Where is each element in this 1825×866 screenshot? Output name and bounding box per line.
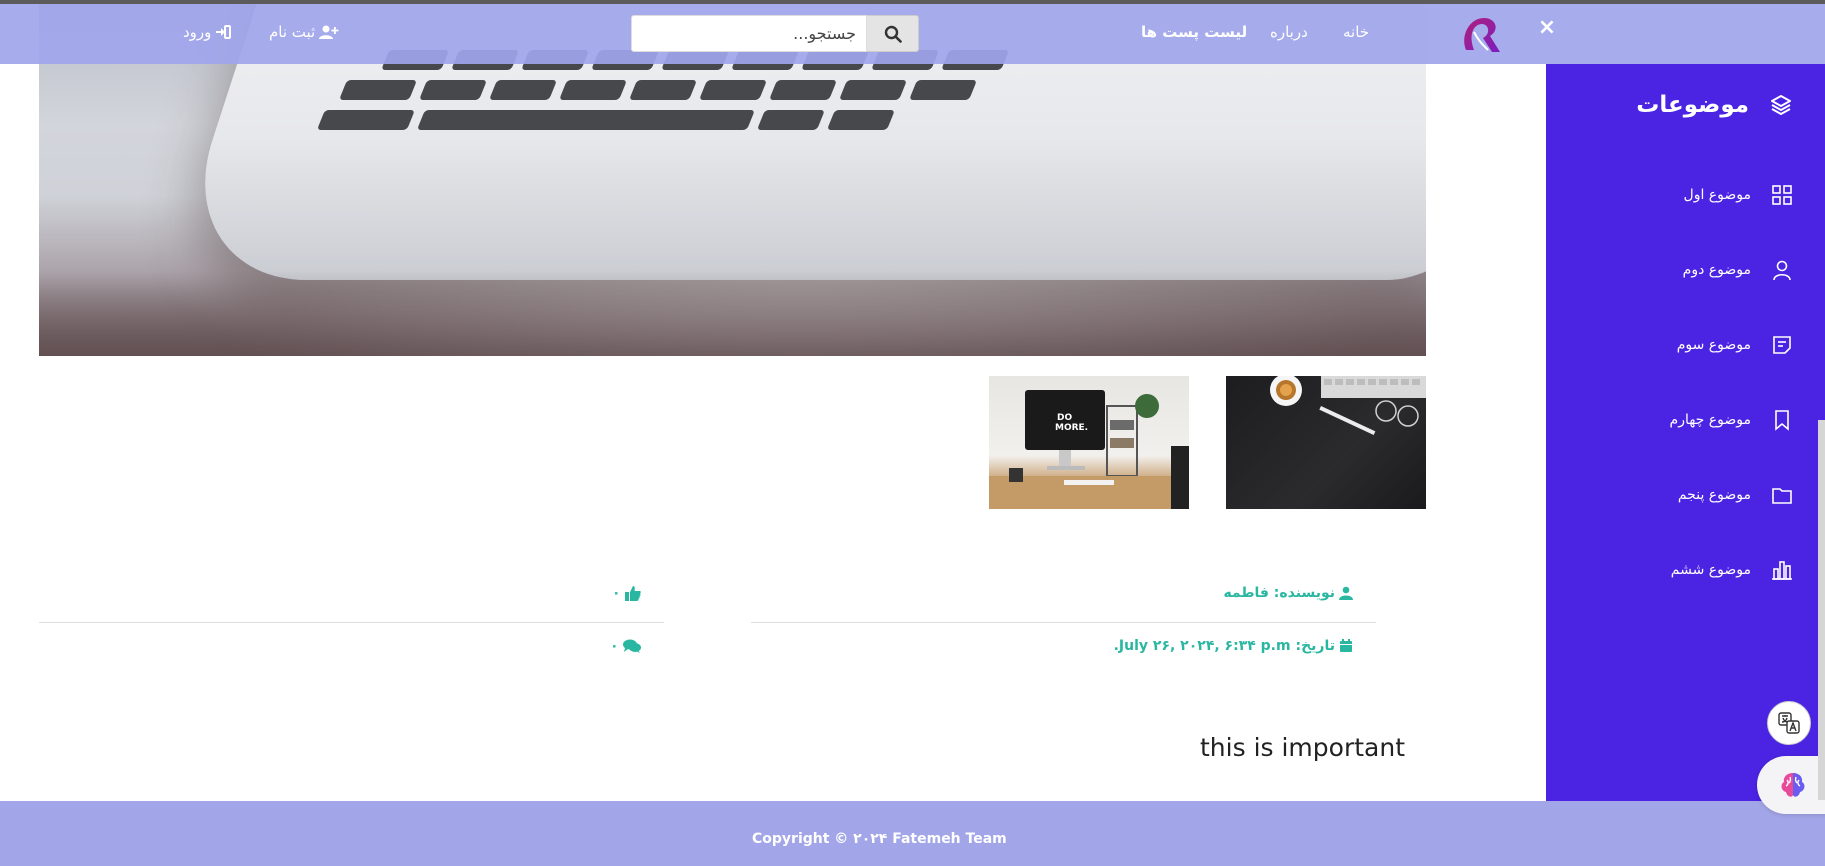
bookmark-icon (1775, 410, 1789, 431)
sidebar-item-label: موضوع ششم (1670, 562, 1751, 578)
site-logo[interactable] (1456, 10, 1506, 60)
translate-icon (1778, 712, 1800, 734)
user-icon (1773, 260, 1791, 281)
sidebar-item-5[interactable]: موضوع پنجم (1678, 484, 1793, 506)
post-date: تاریخ: July ۲۶, ۲۰۲۴, ۶:۳۴ p.m. (1114, 638, 1353, 654)
svg-text:MORE.: MORE. (1055, 423, 1088, 433)
close-icon[interactable]: × (1537, 17, 1557, 39)
comment-count: ۰ (610, 638, 619, 654)
page-scrollbar[interactable] (1818, 420, 1825, 800)
search-input[interactable] (631, 15, 867, 52)
author-label: نویسنده: فاطمه (1223, 585, 1335, 601)
post-thumbnail-workspace[interactable]: DO MORE. (989, 376, 1189, 509)
ai-assistant-button[interactable] (1757, 756, 1825, 814)
sidebar-title-label: موضوعات (1636, 92, 1749, 118)
post-thumbnail-desk[interactable] (1226, 376, 1426, 509)
translate-button[interactable] (1767, 701, 1811, 745)
svg-text:DO: DO (1057, 413, 1072, 423)
user-plus-icon (319, 25, 339, 39)
login-label: ورود (183, 23, 212, 41)
sidebar-item-label: موضوع سوم (1676, 337, 1751, 353)
login-link[interactable]: ورود (183, 23, 232, 41)
nav-link-home[interactable]: خانه (1343, 23, 1369, 41)
date-label: تاریخ: July ۲۶, ۲۰۲۴, ۶:۳۴ p.m. (1113, 638, 1335, 654)
site-footer: Copyright © ۲۰۲۴ Fatemeh Team (0, 801, 1825, 866)
grid-icon (1772, 185, 1792, 205)
layers-icon (1771, 95, 1791, 115)
register-label: ثبت نام (269, 23, 316, 41)
thumbs-up-icon (624, 585, 641, 601)
sidebar-item-2[interactable]: موضوع دوم (1683, 259, 1793, 281)
user-icon (1339, 586, 1353, 600)
like-button[interactable]: ۰ (612, 585, 641, 601)
calendar-icon (1340, 639, 1352, 652)
like-count: ۰ (612, 585, 621, 601)
comments-icon (622, 639, 641, 653)
note-icon (1773, 336, 1791, 354)
meta-divider-left (39, 622, 664, 623)
nav-link-about[interactable]: درباره (1270, 23, 1308, 41)
register-link[interactable]: ثبت نام (269, 23, 339, 41)
sidebar-item-6[interactable]: موضوع ششم (1671, 559, 1793, 581)
sidebar-item-1[interactable]: موضوع اول (1684, 184, 1793, 206)
brain-icon (1781, 773, 1805, 797)
comments-button[interactable]: ۰ (610, 638, 641, 654)
sidebar-item-4[interactable]: موضوع چهارم (1670, 409, 1793, 431)
copyright-text: Copyright © ۲۰۲۴ Fatemeh Team (752, 831, 1007, 847)
chart-icon (1772, 561, 1792, 580)
meta-divider-right (751, 622, 1376, 623)
topics-sidebar: موضوعات موضوع اول موضوع دوم موضوع سوم مو… (1546, 64, 1825, 801)
search-form (631, 15, 919, 52)
nav-link-posts[interactable]: لیست پست ها (1141, 23, 1247, 41)
search-button[interactable] (867, 15, 919, 52)
search-icon (884, 25, 902, 43)
folder-icon (1772, 488, 1792, 504)
sidebar-item-label: موضوع اول (1683, 187, 1751, 203)
top-navbar: × خانه درباره لیست پست ها ثبت نام (0, 4, 1825, 64)
sidebar-item-label: موضوع دوم (1682, 262, 1751, 278)
window-top-strip (0, 0, 1825, 4)
sign-in-icon (216, 25, 232, 39)
sidebar-item-label: موضوع چهارم (1669, 412, 1751, 428)
sidebar-item-label: موضوع پنجم (1677, 487, 1751, 503)
sidebar-item-3[interactable]: موضوع سوم (1677, 334, 1793, 356)
sidebar-title: موضوعات (1636, 92, 1793, 118)
post-body: this is important (1200, 733, 1405, 762)
post-author: نویسنده: فاطمه (1223, 585, 1353, 601)
